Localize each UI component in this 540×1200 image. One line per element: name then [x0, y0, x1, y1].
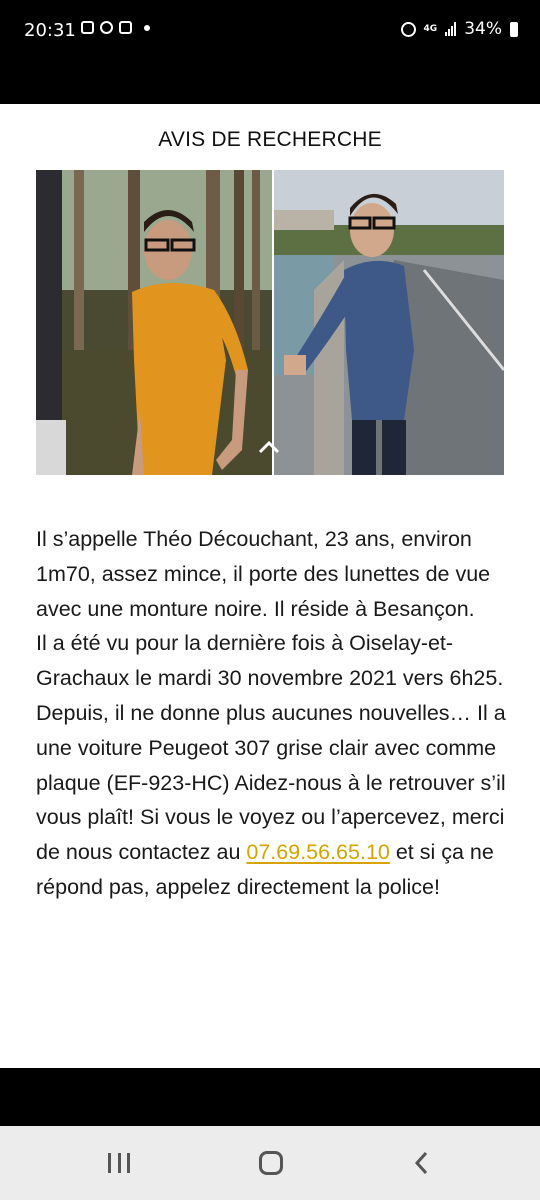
network-type: 4G — [423, 23, 438, 34]
battery-percent: 34% — [464, 19, 502, 39]
post-content[interactable]: AVIS DE RECHERCHE Il s’appelle Théo Déco… — [0, 104, 540, 1068]
phone-link[interactable]: 07.69.56.65.10 — [246, 840, 389, 864]
paragraph-last-seen: Il a été vu pour la dernière fois à Oise… — [36, 631, 504, 691]
battery-icon — [510, 21, 518, 37]
alarm-icon — [400, 21, 416, 37]
photo-bridge[interactable] — [274, 170, 504, 475]
chevron-up-icon[interactable] — [258, 440, 280, 454]
post-body: Il s’appelle Théo Découchant, 23 ans, en… — [36, 522, 516, 905]
messenger-icon — [100, 21, 113, 34]
status-time: 20:31 — [24, 20, 76, 41]
home-icon[interactable] — [259, 1151, 283, 1175]
phone-screen: 20:31 4G 34% AVIS DE RECHERCHE Il s’appe… — [0, 0, 540, 1200]
emoji-icon — [119, 21, 132, 34]
notification-icons — [81, 21, 150, 34]
signal-icon — [445, 22, 457, 36]
paragraph-description: Il s’appelle Théo Découchant, 23 ans, en… — [36, 527, 491, 621]
dot-icon — [144, 24, 150, 31]
status-bar: 20:31 4G 34% — [0, 0, 540, 62]
back-icon[interactable] — [412, 1151, 432, 1175]
image-icon — [81, 21, 94, 34]
status-right: 4G 34% — [400, 19, 518, 39]
navigation-bar — [0, 1126, 540, 1200]
post-title: AVIS DE RECHERCHE — [158, 128, 382, 151]
recent-apps-icon[interactable] — [108, 1153, 130, 1173]
paragraph-contact: Depuis, il ne donne plus aucunes nouvell… — [36, 696, 516, 905]
photo-forest[interactable] — [36, 170, 272, 475]
